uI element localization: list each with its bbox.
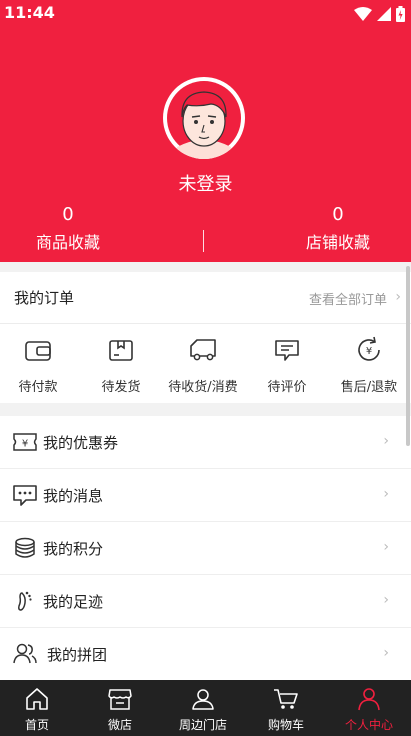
refund-icon: ¥ bbox=[358, 336, 380, 361]
svg-text:¥: ¥ bbox=[366, 346, 372, 357]
chevron-right-icon: › bbox=[383, 433, 389, 449]
login-status-text[interactable]: 未登录 bbox=[0, 170, 411, 196]
chevron-right-icon: › bbox=[383, 592, 389, 608]
profile-page: 11:44 未登录 0 商品收藏 0 店铺收藏 我的订单 查看全部订单 › 待付… bbox=[0, 0, 411, 736]
orders-section: 我的订单 查看全部订单 › 待付款 待发货 待收货/消费 待评价 ¥ 售后/退款 bbox=[0, 272, 411, 403]
product-favorites-stat[interactable]: 0 商品收藏 bbox=[0, 204, 148, 256]
menu-list: ¥ 我的优惠券 › 我的消息 › 我的积分 › 我的足迹 › 我的拼团 › bbox=[0, 416, 411, 680]
menu-item-group-buy[interactable]: 我的拼团 › bbox=[0, 628, 411, 681]
tab-label: 周边门店 bbox=[178, 718, 227, 732]
view-all-orders-link[interactable]: 查看全部订单 bbox=[309, 289, 387, 308]
message-icon bbox=[13, 485, 37, 506]
menu-item-footprints[interactable]: 我的足迹 › bbox=[0, 575, 411, 628]
bottom-tab-bar: 首页 微店 周边门店 购物车 个人中心 bbox=[0, 680, 411, 736]
product-favorites-count: 0 bbox=[62, 204, 74, 225]
tab-personal-center[interactable]: 个人中心 bbox=[328, 680, 410, 736]
shop-favorites-stat[interactable]: 0 店铺收藏 bbox=[258, 204, 411, 256]
coupon-icon: ¥ bbox=[13, 433, 37, 451]
home-icon bbox=[26, 688, 48, 710]
box-icon bbox=[109, 340, 133, 361]
tab-micro-shop[interactable]: 微店 bbox=[79, 680, 161, 736]
status-bar: 11:44 bbox=[0, 0, 411, 28]
signal-icon bbox=[377, 7, 391, 21]
menu-item-coupons[interactable]: ¥ 我的优惠券 › bbox=[0, 416, 411, 469]
chevron-right-icon: › bbox=[383, 645, 389, 661]
order-status-pending-receipt[interactable]: 待收货/消费 bbox=[162, 336, 244, 395]
tab-nearby-stores[interactable]: 周边门店 bbox=[162, 680, 244, 736]
status-icons bbox=[354, 6, 405, 22]
tab-label: 微店 bbox=[107, 718, 132, 732]
order-status-pending-review[interactable]: 待评价 bbox=[246, 336, 328, 395]
order-status-label: 待评价 bbox=[267, 380, 307, 395]
orders-header[interactable]: 我的订单 查看全部订单 › bbox=[0, 272, 411, 324]
shop-icon bbox=[108, 689, 132, 710]
shop-favorites-label: 店铺收藏 bbox=[305, 233, 370, 252]
orders-title: 我的订单 bbox=[14, 289, 75, 307]
shop-favorites-count: 0 bbox=[332, 204, 344, 225]
order-status-pending-shipment[interactable]: 待发货 bbox=[80, 336, 162, 395]
comment-icon bbox=[275, 340, 299, 361]
stats-divider bbox=[203, 230, 204, 252]
scrollbar-thumb[interactable] bbox=[406, 266, 410, 446]
order-status-after-sales[interactable]: ¥ 售后/退款 bbox=[328, 336, 410, 395]
battery-icon bbox=[396, 6, 405, 22]
footprint-icon bbox=[18, 591, 32, 611]
tab-label: 首页 bbox=[24, 718, 49, 732]
user-icon bbox=[358, 688, 380, 711]
product-favorites-label: 商品收藏 bbox=[35, 233, 100, 252]
points-icon bbox=[15, 537, 35, 558]
svg-text:¥: ¥ bbox=[22, 439, 28, 450]
wallet-icon bbox=[25, 341, 51, 361]
order-status-label: 待付款 bbox=[18, 380, 58, 395]
chevron-right-icon: › bbox=[383, 486, 389, 502]
menu-item-label: 我的消息 bbox=[43, 487, 104, 505]
group-icon bbox=[13, 643, 37, 664]
wifi-icon bbox=[354, 7, 372, 21]
truck-icon bbox=[190, 339, 216, 361]
menu-item-label: 我的拼团 bbox=[47, 646, 108, 664]
chevron-right-icon: › bbox=[383, 539, 389, 555]
menu-item-label: 我的足迹 bbox=[43, 593, 104, 611]
nearby-store-icon bbox=[192, 689, 214, 710]
menu-item-label: 我的积分 bbox=[43, 540, 104, 558]
avatar-face-icon bbox=[164, 78, 244, 159]
status-time: 11:44 bbox=[4, 3, 55, 22]
menu-item-points[interactable]: 我的积分 › bbox=[0, 522, 411, 575]
order-status-label: 待发货 bbox=[101, 380, 141, 395]
order-status-label: 售后/退款 bbox=[340, 380, 398, 395]
profile-header: 11:44 未登录 0 商品收藏 0 店铺收藏 bbox=[0, 0, 411, 262]
avatar[interactable] bbox=[163, 77, 245, 159]
tab-cart[interactable]: 购物车 bbox=[245, 680, 327, 736]
menu-item-label: 我的优惠券 bbox=[43, 434, 119, 452]
order-status-label: 待收货/消费 bbox=[168, 380, 238, 395]
menu-item-messages[interactable]: 我的消息 › bbox=[0, 469, 411, 522]
tab-label: 购物车 bbox=[267, 718, 304, 732]
tab-home[interactable]: 首页 bbox=[0, 680, 78, 736]
cart-icon bbox=[274, 689, 298, 709]
chevron-right-icon: › bbox=[395, 289, 401, 305]
order-status-pending-payment[interactable]: 待付款 bbox=[0, 336, 79, 395]
tab-label: 个人中心 bbox=[344, 718, 393, 732]
